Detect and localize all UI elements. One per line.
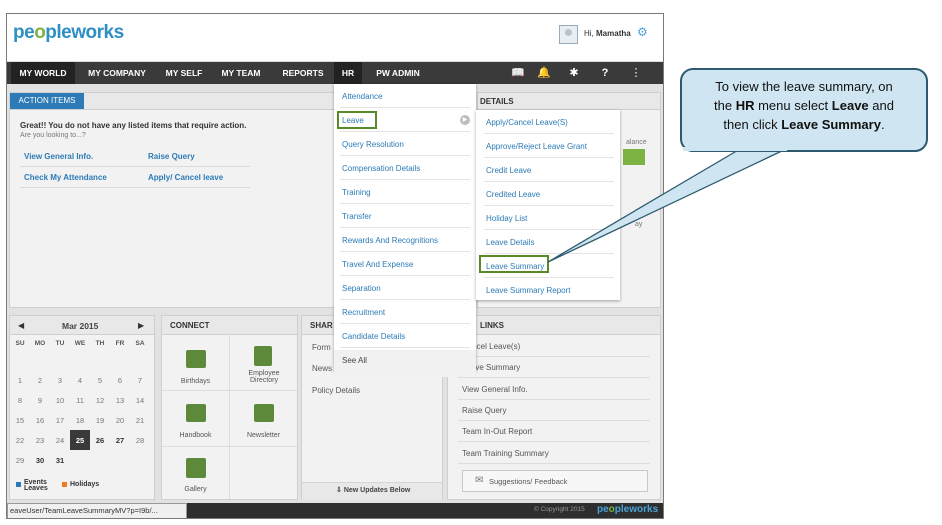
instruction-callout: To view the leave summary, on the HR men… (680, 68, 928, 152)
callout-text: To view the leave summary, on the HR men… (714, 79, 894, 132)
